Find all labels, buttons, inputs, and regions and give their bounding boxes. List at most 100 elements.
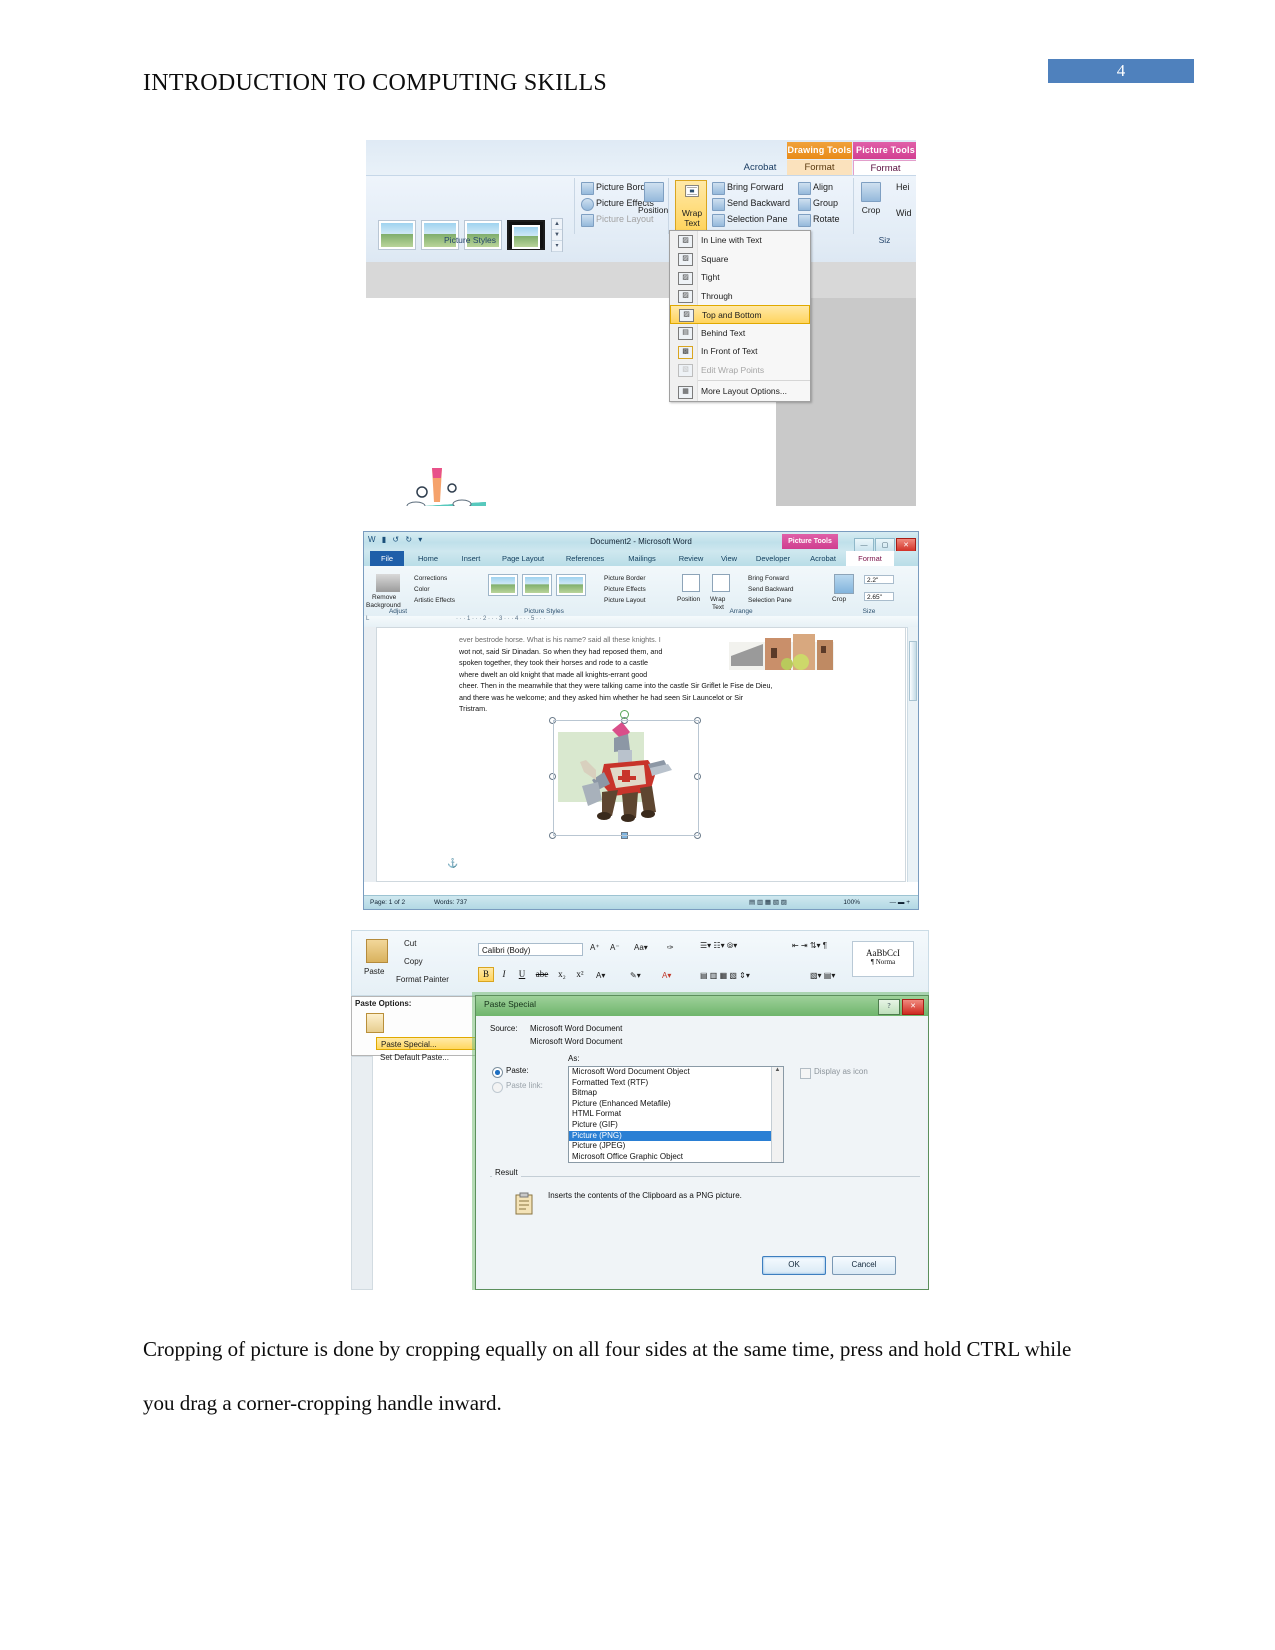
bullets-icon[interactable]: ☰▾ ☷▾ ⦾▾	[700, 941, 737, 951]
wrap-text-dropdown-menu[interactable]: ▨ In Line with Text ▨ Square ▨ Tight ▨ Throu…	[669, 230, 811, 402]
remove-background-label-1[interactable]: Remove	[372, 594, 396, 601]
menu-item-in-line-with-text[interactable]: ▨ In Line with Text	[670, 231, 810, 250]
word-ribbon-tabs[interactable]: File Home Insert Page Layout References …	[364, 551, 918, 567]
status-zoom[interactable]: 100%	[843, 896, 860, 909]
selection-pane-label[interactable]: Selection Pane	[748, 597, 792, 604]
width-label[interactable]: Wid	[896, 208, 912, 218]
selection-pane-label[interactable]: Selection Pane	[727, 214, 788, 224]
paste-option-icon[interactable]	[366, 1013, 384, 1033]
wrap-text-button[interactable]: Wrap Text	[675, 180, 707, 230]
copy-label[interactable]: Copy	[404, 957, 423, 966]
list-item[interactable]: Bitmap	[569, 1088, 783, 1099]
font-color-icon[interactable]: A▾	[662, 971, 671, 980]
tab-file[interactable]: File	[370, 551, 404, 566]
font-name-combobox[interactable]: Calibri (Body)	[478, 943, 583, 956]
menu-item-top-and-bottom[interactable]: ▨ Top and Bottom	[670, 305, 810, 324]
list-item[interactable]: Picture (JPEG)	[569, 1141, 783, 1152]
paste-format-list[interactable]: Microsoft Word Document Object Formatted…	[568, 1066, 784, 1163]
tab-insert[interactable]: Insert	[452, 551, 490, 566]
tab-developer[interactable]: Developer	[746, 551, 800, 566]
list-scrollbar[interactable]: ▲	[771, 1067, 783, 1162]
cut-label[interactable]: Cut	[404, 939, 416, 948]
paste-radio-label[interactable]: Paste:	[506, 1066, 529, 1075]
text-effects-icon[interactable]: ✎▾	[630, 971, 641, 980]
bold-button[interactable]: B	[478, 967, 494, 982]
bring-forward-label[interactable]: Bring Forward	[727, 182, 784, 192]
crop-label[interactable]: Crop	[832, 596, 846, 603]
crop-button[interactable]: Crop	[856, 206, 886, 215]
styles-gallery[interactable]: AaBbCcI ¶ Norma	[852, 941, 914, 977]
dialog-close-button[interactable]: ✕	[902, 999, 924, 1015]
tab-mailings[interactable]: Mailings	[618, 551, 666, 566]
tab-view[interactable]: View	[714, 551, 744, 566]
strikethrough-button[interactable]: abe	[534, 967, 550, 982]
picture-effects-label[interactable]: Picture Effects	[604, 586, 646, 593]
align-icons[interactable]: ▤ ▥ ▦ ▧ ⇕▾	[700, 971, 750, 980]
menu-item-square[interactable]: ▨ Square	[670, 250, 810, 269]
tab-review[interactable]: Review	[670, 551, 712, 566]
menu-item-in-front-of-text[interactable]: ▩ In Front of Text	[670, 342, 810, 361]
list-item[interactable]: Picture (GIF)	[569, 1120, 783, 1131]
italic-button[interactable]: I	[496, 967, 512, 982]
window-buttons[interactable]: — ▢ ✕	[853, 534, 916, 553]
tab-picture-format[interactable]: Format	[853, 160, 916, 175]
position-button[interactable]: Position	[638, 206, 668, 215]
list-item[interactable]: Picture (Enhanced Metafile)	[569, 1099, 783, 1110]
rotate-handle[interactable]	[620, 710, 629, 719]
menu-item-set-default-paste[interactable]: Set Default Paste...	[376, 1051, 488, 1064]
change-case-icon[interactable]: Aa▾	[634, 943, 648, 952]
shading-borders-icons[interactable]: ▧▾ ▤▾	[810, 971, 835, 980]
menu-item-more-layout-options[interactable]: ▦ More Layout Options...	[670, 382, 810, 401]
rotate-label[interactable]: Rotate	[813, 214, 840, 224]
indent-icons[interactable]: ⇤ ⇥ ⇅▾ ¶	[792, 941, 827, 950]
bring-forward-label[interactable]: Bring Forward	[748, 575, 789, 582]
picture-style-thumb-2[interactable]	[522, 574, 552, 596]
list-item[interactable]: Formatted Text (RTF)	[569, 1078, 783, 1089]
picture-style-thumb-1[interactable]	[488, 574, 518, 596]
color-label[interactable]: Color	[414, 586, 430, 593]
height-label[interactable]: Hei	[896, 182, 910, 192]
clear-formatting-icon[interactable]: ✑	[667, 943, 674, 952]
paste-link-radio[interactable]	[492, 1082, 503, 1093]
text-highlight-icon[interactable]: A▾	[596, 971, 605, 980]
tab-page-layout[interactable]: Page Layout	[494, 551, 552, 566]
tab-references[interactable]: References	[556, 551, 614, 566]
superscript-button[interactable]: x²	[572, 967, 588, 982]
underline-button[interactable]: U	[514, 967, 530, 982]
font-size-decrease-icon[interactable]: A⁻	[610, 943, 620, 952]
tab-acrobat[interactable]: Acrobat	[736, 160, 784, 175]
view-buttons[interactable]: ▤ ▥ ▦ ▧ ▨	[749, 896, 787, 909]
menu-item-behind-text[interactable]: ▤ Behind Text	[670, 324, 810, 343]
picture-border-label[interactable]: Picture Border	[604, 575, 646, 582]
list-item[interactable]: Microsoft Office Graphic Object	[569, 1152, 783, 1162]
font-size-increase-icon[interactable]: A⁺	[590, 943, 600, 952]
list-item-selected[interactable]: Picture (PNG)	[569, 1130, 783, 1142]
paste-special-dialog[interactable]: Paste Special ? ✕ Source: Microsoft Word…	[475, 995, 929, 1290]
scroll-up-icon[interactable]: ▲	[772, 1067, 783, 1073]
zoom-slider[interactable]: — ▬ +	[890, 896, 910, 909]
paste-button-label[interactable]: Paste	[364, 967, 384, 976]
vertical-scrollbar[interactable]	[907, 627, 918, 882]
tab-home[interactable]: Home	[408, 551, 448, 566]
cancel-button[interactable]: Cancel	[832, 1256, 896, 1275]
send-backward-label[interactable]: Send Backward	[727, 198, 790, 208]
subscript-button[interactable]: x₂	[554, 967, 570, 982]
list-item[interactable]: Microsoft Word Document Object	[569, 1067, 783, 1078]
paste-radio[interactable]	[492, 1067, 503, 1078]
picture-layout-label[interactable]: Picture Layout	[604, 597, 646, 604]
tab-acrobat[interactable]: Acrobat	[802, 551, 844, 566]
send-backward-label[interactable]: Send Backward	[748, 586, 794, 593]
tab-drawing-format[interactable]: Format	[787, 160, 852, 175]
help-button[interactable]: ?	[878, 999, 900, 1015]
menu-item-through[interactable]: ▨ Through	[670, 287, 810, 306]
picture-height-field[interactable]: 2.2"	[864, 575, 894, 584]
menu-item-tight[interactable]: ▨ Tight	[670, 268, 810, 287]
wrap-text-label-1[interactable]: Wrap	[710, 596, 725, 603]
ok-button[interactable]: OK	[762, 1256, 826, 1275]
tab-picture-format[interactable]: Format	[846, 551, 894, 566]
corrections-label[interactable]: Corrections	[414, 575, 447, 582]
artistic-effects-label[interactable]: Artistic Effects	[414, 597, 455, 604]
position-label[interactable]: Position	[677, 596, 700, 603]
display-as-icon-checkbox[interactable]	[800, 1068, 811, 1079]
picture-style-thumb-3[interactable]	[556, 574, 586, 596]
